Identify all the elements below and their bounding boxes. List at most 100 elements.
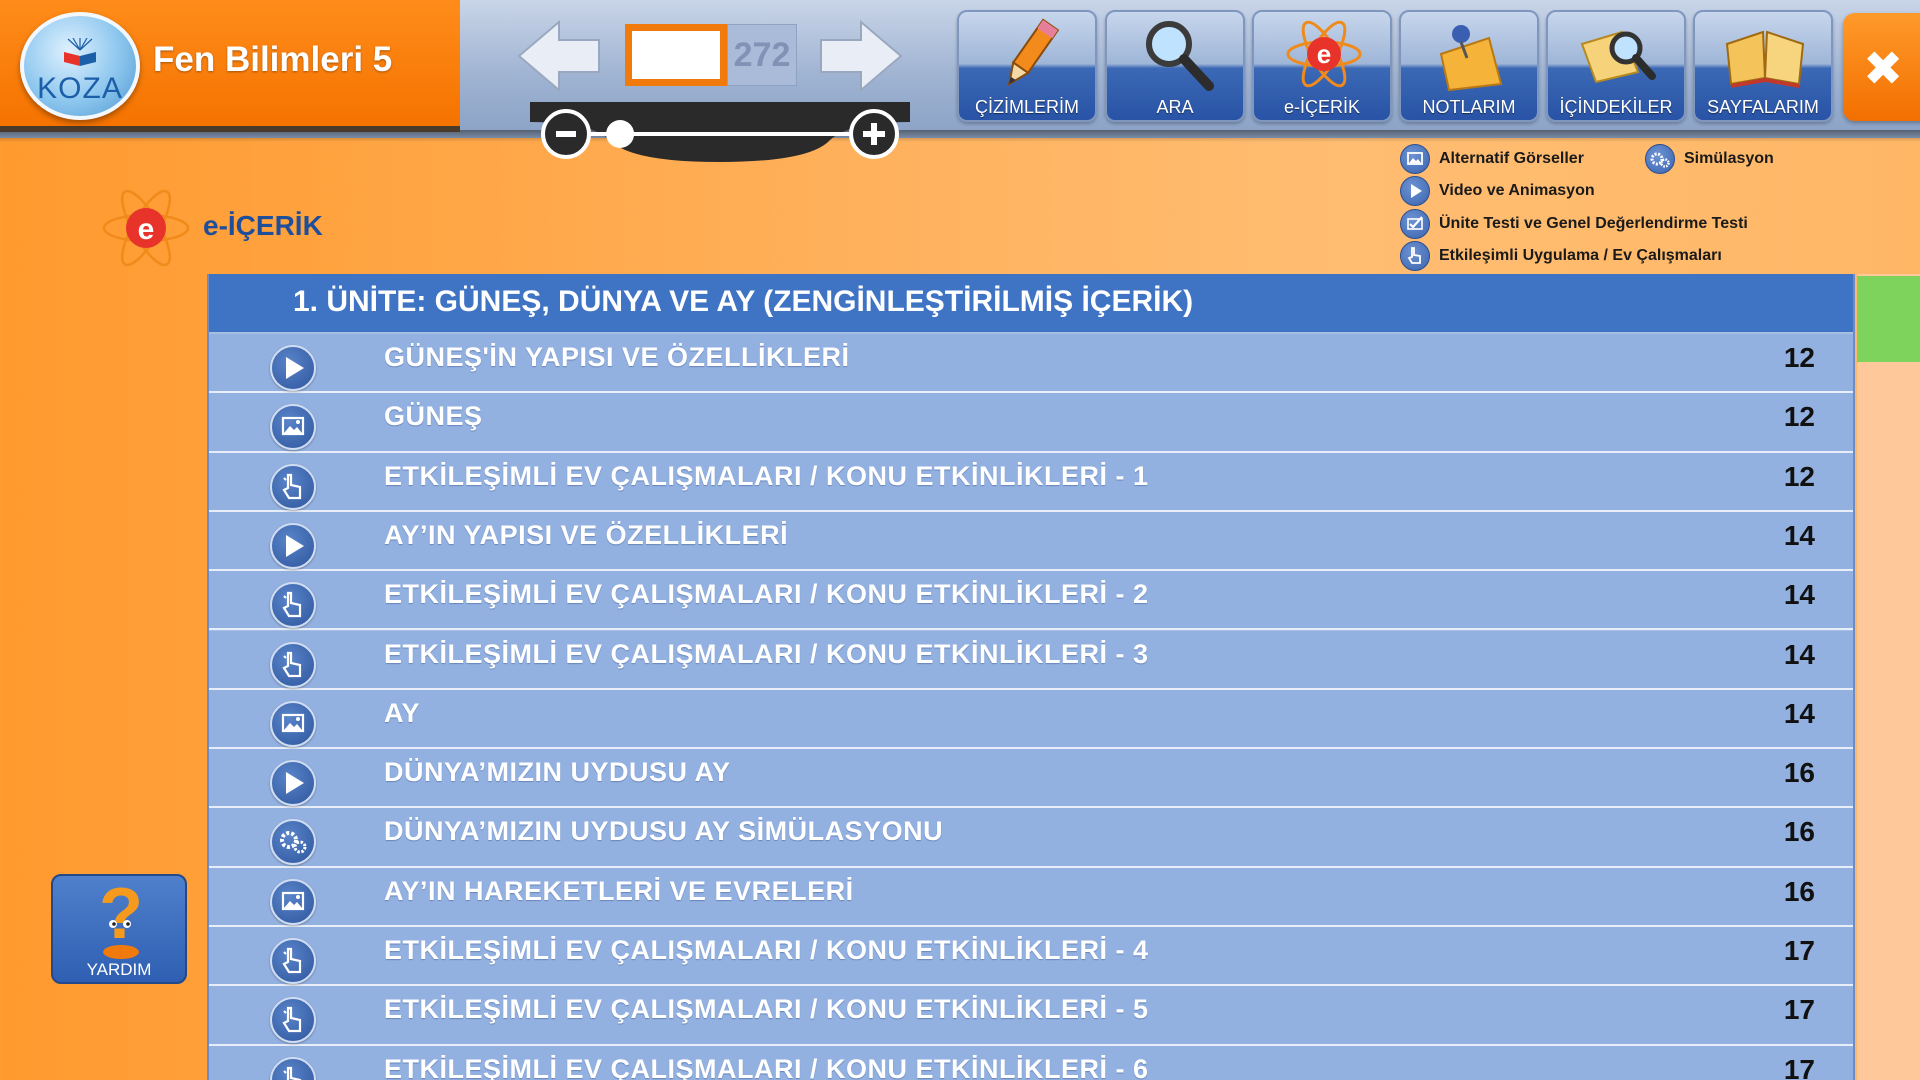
content-row-title: DÜNYA’MIZIN UYDUSU AY [384,757,731,788]
previous-page-button[interactable] [515,16,603,96]
content-row-page-number: 14 [1783,579,1815,611]
content-row-title: ETKİLEŞİMLİ EV ÇALIŞMALARI / KONU ETKİNL… [384,638,1149,669]
content-row-page-number: 16 [1783,757,1815,789]
open-book-icon [1725,30,1805,88]
content-row-page-number: 17 [1783,994,1815,1026]
zoom-out-button[interactable] [541,109,591,159]
toolbar-label: NOTLARIM [1422,97,1516,117]
toolbar-button-drawings[interactable]: ÇİZİMLERİM [957,10,1097,122]
image-icon[interactable] [270,404,316,451]
content-row-title: ETKİLEŞİMLİ EV ÇALIŞMALARI / KONU ETKİNL… [384,994,1149,1025]
content-row-page-number: 12 [1783,342,1815,373]
content-row[interactable]: ETKİLEŞİMLİ EV ÇALIŞMALARI / KONU ETKİNL… [209,986,1853,1046]
zoom-slider-thumb[interactable] [606,120,635,148]
total-pages: 272 [727,24,797,86]
sticky-note-pin-icon [1439,25,1503,92]
hand-cursor-icon[interactable] [270,997,316,1044]
help-button[interactable]: ? YARDIM [51,874,187,984]
content-row-page-number: 17 [1783,1053,1815,1080]
content-row[interactable]: ETKİLEŞİMLİ EV ÇALIŞMALARI / KONU ETKİNL… [209,927,1853,987]
hand-cursor-icon[interactable] [270,641,316,688]
content-row[interactable]: ETKİLEŞİMLİ EV ÇALIŞMALARI / KONU ETKİNL… [209,630,1853,690]
content-row-page-number: 14 [1783,638,1815,670]
content-row[interactable]: ETKİLEŞİMLİ EV ÇALIŞMALARI / KONU ETKİNL… [209,1045,1853,1080]
question-mark-icon: ? [99,874,143,959]
content-row[interactable]: AY’IN HAREKETLERİ VE EVRELERİ 16 [209,867,1853,927]
hand-cursor-icon[interactable] [270,463,316,510]
toolbar-label: İÇİNDEKİLER [1559,97,1673,117]
content-row-page-number: 17 [1783,935,1815,966]
legend-item-unit-test: Ünite Testi ve Genel Değerlendirme Testi [1400,209,1748,239]
toolbar-button-notes[interactable]: NOTLARIM [1399,10,1539,122]
scrollbar-thumb[interactable] [1857,276,1920,362]
content-row-title: ETKİLEŞİMLİ EV ÇALIŞMALARI / KONU ETKİNL… [384,1053,1149,1080]
book-logo-icon [64,38,96,66]
toolbar-label: ARA [1156,97,1194,117]
minus-icon [556,131,576,137]
pencil-icon [1007,18,1060,87]
next-page-button[interactable] [817,16,905,96]
play-icon[interactable] [270,760,316,807]
zoom-slider[interactable] [530,102,910,168]
zoom-in-button[interactable] [849,109,899,159]
content-row-page-number: 14 [1783,697,1815,729]
e-content-atom-icon: e [102,189,190,267]
svg-text:e: e [1317,39,1331,69]
content-row-title: AY’IN YAPISI VE ÖZELLİKLERİ [384,519,789,550]
image-icon[interactable] [270,878,316,925]
content-row[interactable]: GÜNEŞ'İN YAPISI VE ÖZELLİKLERİ 12 [209,334,1853,394]
svg-text:e: e [138,213,155,246]
hand-cursor-icon[interactable] [270,938,316,984]
content-row[interactable]: ETKİLEŞİMLİ EV ÇALIŞMALARI / KONU ETKİNL… [209,452,1853,512]
content-row-title: DÜNYA’MIZIN UYDUSU AY SİMÜLASYONU [384,816,944,847]
content-row-title: ETKİLEŞİMLİ EV ÇALIŞMALARI / KONU ETKİNL… [384,579,1149,610]
content-row-title: GÜNEŞ'İN YAPISI VE ÖZELLİKLERİ [384,342,850,372]
content-row-page-number: 12 [1783,401,1815,433]
scrollbar[interactable] [1857,274,1920,1080]
content-row[interactable]: DÜNYA’MIZIN UYDUSU AY SİMÜLASYONU 16 [209,808,1853,868]
content-row-page-number: 14 [1783,519,1815,551]
content-row[interactable]: AY’IN YAPISI VE ÖZELLİKLERİ 14 [209,511,1853,572]
e-content-atom-icon: e [1286,20,1362,88]
content-list-panel: 1. ÜNİTE: GÜNEŞ, DÜNYA VE AY (ZENGİNLEŞT… [207,274,1855,1080]
content-row-page-number: 16 [1783,816,1815,848]
svg-text:?: ? [99,876,143,954]
play-icon[interactable] [270,345,316,391]
toolbar-button-contents[interactable]: İÇİNDEKİLER [1546,10,1686,122]
legend-label: Alternatif Görseller [1439,150,1584,167]
checklist-icon [1400,209,1430,239]
content-row-title: AY’IN HAREKETLERİ VE EVRELERİ [384,875,854,906]
toolbar-button-my-pages[interactable]: SAYFALARIM [1693,10,1833,122]
hand-cursor-icon[interactable] [270,1056,316,1080]
toolbar-label: SAYFALARIM [1707,97,1819,117]
legend-item-interactive: Etkileşimli Uygulama / Ev Çalışmaları [1400,241,1722,271]
arrow-left-icon [517,19,600,93]
content-row-page-number: 16 [1783,875,1815,907]
content-row[interactable]: GÜNEŞ 12 [209,393,1853,453]
content-row[interactable]: DÜNYA’MIZIN UYDUSU AY 16 [209,749,1853,809]
legend-item-alternative-images: Alternatif Görseller [1400,144,1584,174]
content-row[interactable]: ETKİLEŞİMLİ EV ÇALIŞMALARI / KONU ETKİNL… [209,571,1853,631]
koza-logo: KOZA [20,12,140,120]
toolbar-button-search[interactable]: ARA [1105,10,1245,122]
legend-item-simulation: Simülasyon [1645,144,1774,174]
legend-label: Video ve Animasyon [1439,182,1595,199]
content-row[interactable]: AY 14 [209,689,1853,750]
unit-header: 1. ÜNİTE: GÜNEŞ, DÜNYA VE AY (ZENGİNLEŞT… [209,274,1853,332]
legend-item-video: Video ve Animasyon [1400,176,1595,206]
toolbar-button-e-content[interactable]: e e-İÇERİK [1252,10,1392,122]
gears-icon [1645,144,1675,174]
contents-search-icon [1580,30,1656,84]
content-row-title: AY [384,697,421,728]
gears-icon[interactable] [270,819,316,866]
hand-cursor-icon [1400,241,1430,271]
legend-label: Ünite Testi ve Genel Değerlendirme Testi [1439,215,1748,232]
arrow-right-icon [820,19,903,93]
close-icon: ✖ [1863,41,1904,97]
close-button[interactable]: ✖ [1843,13,1920,121]
hand-cursor-icon[interactable] [270,582,316,629]
page-number-input[interactable] [625,24,727,86]
section-title: e-İÇERİK [203,210,323,241]
play-icon[interactable] [270,522,316,569]
image-icon[interactable] [270,700,316,747]
